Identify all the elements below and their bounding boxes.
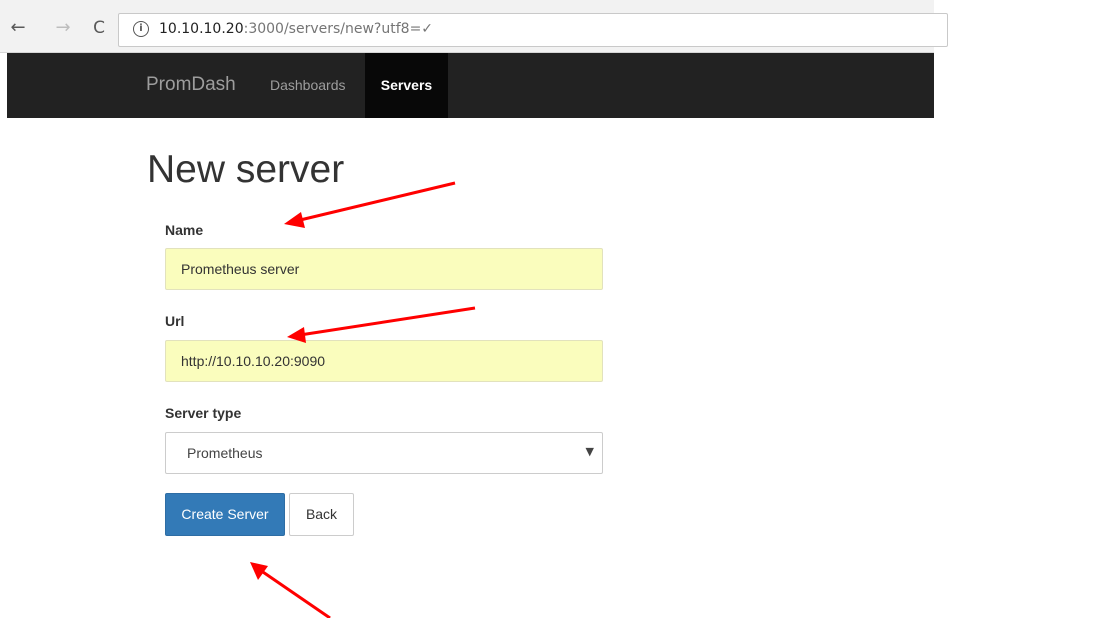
- chevron-down-icon: ▼: [585, 445, 594, 458]
- screen: ← → C i 10.10.10.20:3000/servers/new?utf…: [0, 0, 1105, 618]
- forward-arrow-icon[interactable]: →: [53, 18, 73, 38]
- back-arrow-icon[interactable]: ←: [8, 18, 28, 38]
- app-navbar: PromDash Dashboards Servers: [7, 53, 934, 118]
- brand-link[interactable]: PromDash: [146, 74, 236, 96]
- url-input[interactable]: [165, 340, 603, 382]
- back-button[interactable]: Back: [289, 493, 354, 536]
- annotation-arrow-create: [250, 562, 331, 618]
- name-label: Name: [165, 222, 204, 238]
- page-title: New server: [147, 148, 345, 191]
- url-label: Url: [165, 313, 185, 329]
- reload-icon[interactable]: C: [89, 18, 109, 38]
- url-path: :3000/servers/new?utf8=✓: [243, 21, 434, 37]
- server-type-label: Server type: [165, 405, 242, 421]
- create-server-button[interactable]: Create Server: [165, 493, 285, 536]
- url-text: 10.10.10.20:3000/servers/new?utf8=✓: [159, 21, 433, 37]
- browser-toolbar: ← → C i 10.10.10.20:3000/servers/new?utf…: [0, 0, 948, 53]
- nav-servers[interactable]: Servers: [365, 53, 448, 118]
- server-type-value: Prometheus: [187, 445, 263, 461]
- nav-dashboards[interactable]: Dashboards: [270, 53, 352, 118]
- annotation-arrow-url: [287, 306, 476, 343]
- server-type-select[interactable]: Prometheus ▼: [165, 432, 603, 474]
- address-bar[interactable]: i 10.10.10.20:3000/servers/new?utf8=✓: [118, 13, 948, 47]
- url-host: 10.10.10.20: [159, 21, 244, 37]
- site-info-icon[interactable]: i: [133, 21, 149, 37]
- name-input[interactable]: [165, 248, 603, 290]
